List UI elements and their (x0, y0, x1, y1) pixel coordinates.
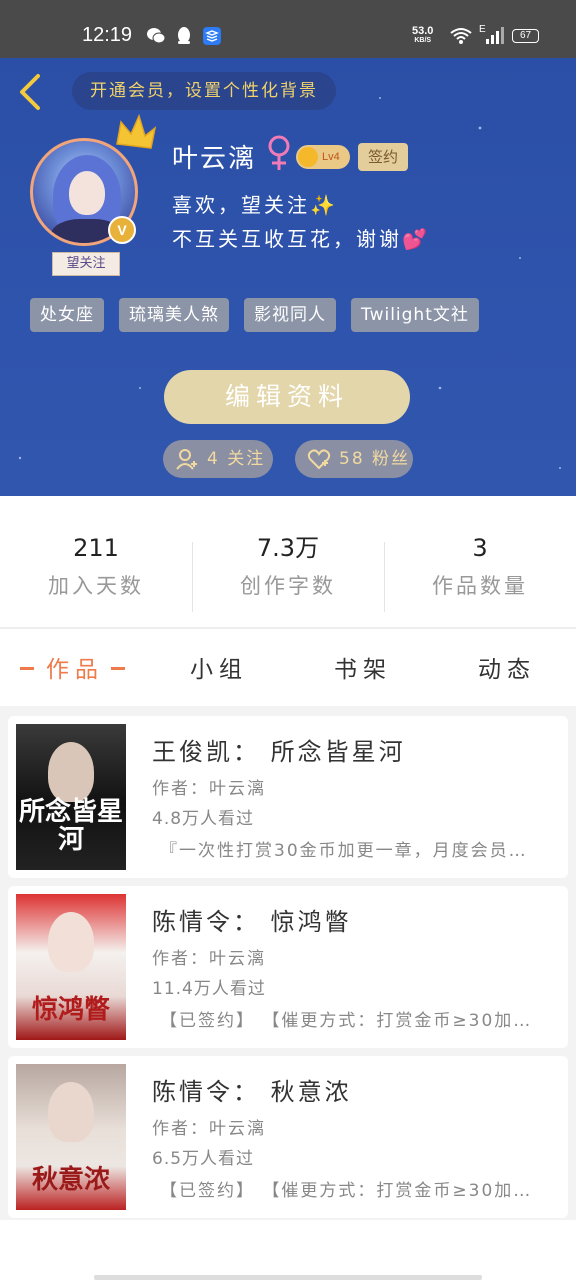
hearts-icon: 💕 (402, 227, 430, 251)
work-card[interactable]: 惊鸿瞥 陈情令： 惊鸿瞥 作者：叶云漓 11.4万人看过 【已签约】 【催更方式… (8, 886, 568, 1048)
battery-indicator: 67 (512, 29, 539, 43)
book-note: 【已签约】 【催更方式：打赏金币≥30加更】 (160, 1181, 540, 1201)
wifi-icon (450, 28, 472, 44)
stat-works-count: 3 作品数量 (384, 530, 576, 616)
add-user-icon (176, 449, 197, 470)
tag-fanfic[interactable]: 影视同人 (244, 298, 336, 332)
divider (0, 627, 576, 629)
book-cover[interactable]: 秋意浓 (16, 1064, 126, 1210)
tab-bookshelf[interactable]: 书架 (334, 650, 392, 684)
book-note: 『一次性打赏30金币加更一章，月度会员加更一章』 (160, 841, 540, 861)
bio-line-1: 喜欢，望关注 (172, 193, 310, 217)
profile-header: 开通会员，设置个性化背景 V 望关注 叶云漓 Lv4 签约 喜欢，望关注✨ 不互… (0, 58, 576, 496)
work-card[interactable]: 秋意浓 陈情令： 秋意浓 作者：叶云漓 6.5万人看过 【已签约】 【催更方式：… (8, 1056, 568, 1218)
active-tab-indicator (20, 667, 34, 670)
vip-background-banner[interactable]: 开通会员，设置个性化背景 (72, 72, 336, 110)
edit-profile-button[interactable]: 编辑资料 (164, 370, 410, 424)
back-arrow-icon[interactable] (16, 72, 46, 112)
book-author: 作者：叶云漓 (152, 949, 266, 969)
work-card[interactable]: 所念皆星河 王俊凯： 所念皆星河 作者：叶云漓 4.8万人看过 『一次性打赏30… (8, 716, 568, 878)
wechat-icon (147, 28, 166, 44)
cover-title: 秋意浓 (31, 1165, 110, 1195)
tag-zodiac[interactable]: 处女座 (30, 298, 104, 332)
book-note: 【已签约】 【催更方式：打赏金币≥30加更】 (160, 1011, 540, 1031)
starry-background (18, 97, 561, 469)
book-author: 作者：叶云漓 (152, 779, 266, 799)
tab-works[interactable]: 作品 (46, 650, 104, 684)
app-stack-icon (203, 27, 221, 45)
book-author: 作者：叶云漓 (152, 1119, 266, 1139)
bio-line-2: 不互关互收互花，谢谢 (172, 227, 402, 251)
qq-icon (178, 27, 190, 44)
heart-plus-icon (307, 449, 331, 470)
female-icon (268, 135, 290, 170)
level-crown-icon (298, 147, 318, 167)
following-button[interactable]: 4 关注 (163, 440, 273, 478)
stats-row: 211 加入天数 7.3万 创作字数 3 作品数量 (0, 530, 576, 616)
fans-button[interactable]: 58 粉丝 (295, 440, 413, 478)
profile-tags: 处女座 琉璃美人煞 影视同人 Twilight文社 (30, 298, 479, 332)
signal-icon (486, 27, 504, 44)
verified-badge-icon: V (108, 216, 136, 244)
signed-badge: 签约 (358, 143, 408, 171)
level-badge: Lv4 (296, 145, 350, 169)
stat-join-days: 211 加入天数 (48, 534, 144, 598)
book-views: 4.8万人看过 (152, 809, 255, 829)
nickname: 叶云漓 (172, 144, 257, 174)
crown-icon (116, 114, 157, 149)
book-views: 6.5万人看过 (152, 1149, 255, 1169)
avatar-follow-tag: 望关注 (52, 252, 120, 276)
tag-glass-beauty[interactable]: 琉璃美人煞 (119, 298, 229, 332)
bottom-scroll-indicator (94, 1275, 482, 1280)
bio: 喜欢，望关注✨ 不互关互收互花，谢谢💕 (172, 188, 430, 256)
active-tab-indicator (111, 667, 125, 670)
cover-title: 惊鸿瞥 (31, 995, 110, 1025)
tab-groups[interactable]: 小组 (190, 650, 248, 684)
book-cover[interactable]: 所念皆星河 (16, 724, 126, 870)
content-tabs: 作品 小组 书架 动态 (0, 640, 576, 696)
tab-activity[interactable]: 动态 (478, 650, 536, 684)
sparkles-icon: ✨ (310, 193, 338, 217)
book-cover[interactable]: 惊鸿瞥 (16, 894, 126, 1040)
status-bar: 12:19 53.0 KB/S E 67 (0, 0, 576, 58)
book-views: 11.4万人看过 (152, 979, 266, 999)
cover-title: 所念皆星河 (18, 797, 123, 855)
status-time: 12:19 (82, 24, 133, 46)
book-title[interactable]: 陈情令： 惊鸿瞥 (152, 902, 352, 937)
stat-word-count: 7.3万 创作字数 (192, 530, 384, 616)
book-title[interactable]: 王俊凯： 所念皆星河 (152, 732, 406, 767)
tag-twilight[interactable]: Twilight文社 (351, 298, 479, 332)
net-speed: 53.0 KB/S (412, 25, 434, 45)
book-title[interactable]: 陈情令： 秋意浓 (152, 1072, 352, 1107)
